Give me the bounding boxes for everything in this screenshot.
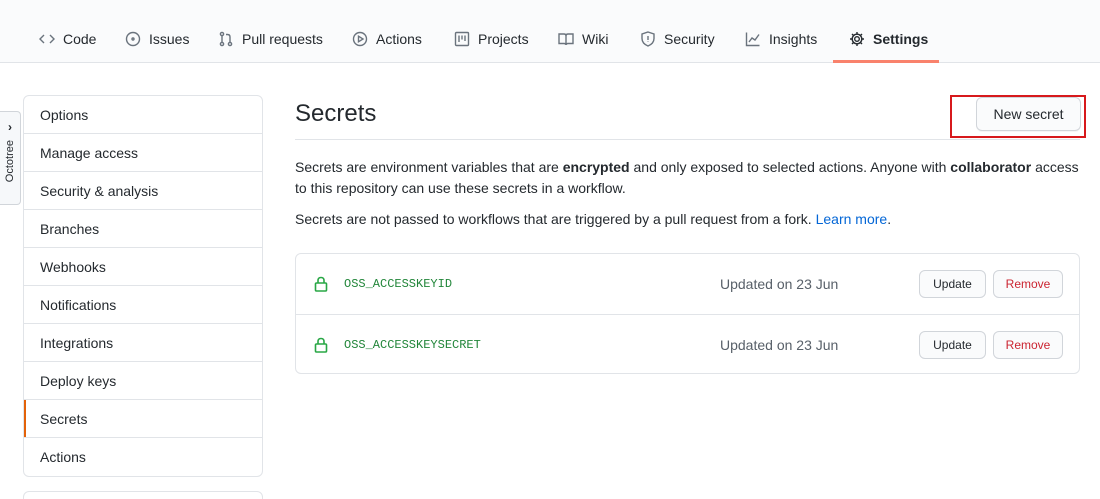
tab-insights-label: Insights xyxy=(769,30,818,47)
shield-icon xyxy=(641,30,655,47)
sidebar-item-actions[interactable]: Actions xyxy=(24,438,262,476)
secret-updated: Updated on 23 Jun xyxy=(720,276,839,292)
tab-wiki-label: Wiki xyxy=(582,30,609,47)
tab-issues[interactable]: Issues xyxy=(125,0,189,63)
tab-settings-label: Settings xyxy=(873,30,929,47)
desc-encrypted: encrypted xyxy=(562,159,630,175)
settings-menu: Options Manage access Security & analysi… xyxy=(23,95,263,477)
fork-notice: Secrets are not passed to workflows that… xyxy=(295,209,1085,230)
fork-notice-end: . xyxy=(887,211,892,227)
remove-button[interactable]: Remove xyxy=(993,270,1063,298)
secrets-list: OSS_ACCESSKEYID Updated on 23 Jun Update… xyxy=(295,253,1080,374)
sidebar-item-branches[interactable]: Branches xyxy=(24,210,262,248)
update-button[interactable]: Update xyxy=(919,270,986,298)
new-secret-button[interactable]: New secret xyxy=(976,97,1081,131)
tab-projects[interactable]: Projects xyxy=(454,0,529,63)
fork-notice-text: Secrets are not passed to workflows that… xyxy=(295,211,816,227)
desc-text-1: Secrets are environment variables that a… xyxy=(295,159,563,175)
tab-settings[interactable]: Settings xyxy=(849,0,928,63)
learn-more-link[interactable]: Learn more xyxy=(816,211,888,227)
book-icon xyxy=(558,32,574,45)
tab-actions[interactable]: Actions xyxy=(352,0,422,63)
sidebar-item-manage-access[interactable]: Manage access xyxy=(24,134,262,172)
secret-name: OSS_ACCESSKEYSECRET xyxy=(344,338,481,352)
project-icon xyxy=(454,31,470,46)
tab-code-label: Code xyxy=(63,30,97,47)
secret-name: OSS_ACCESSKEYID xyxy=(344,277,453,291)
secret-updated: Updated on 23 Jun xyxy=(720,337,839,353)
tab-actions-label: Actions xyxy=(376,30,422,47)
title-divider xyxy=(295,139,1080,140)
pull-request-icon xyxy=(219,31,233,46)
lock-icon xyxy=(314,337,328,353)
tab-pull-requests[interactable]: Pull requests xyxy=(218,0,323,63)
issue-icon xyxy=(125,31,141,46)
sidebar-item-options[interactable]: Options xyxy=(24,96,262,134)
gear-icon xyxy=(850,31,864,46)
remove-button[interactable]: Remove xyxy=(993,331,1063,359)
sidebar-item-webhooks[interactable]: Webhooks xyxy=(24,248,262,286)
list-item: OSS_ACCESSKEYSECRET Updated on 23 Jun Up… xyxy=(296,314,1079,374)
octotree-toggle[interactable]: › Octotree xyxy=(0,111,21,205)
sidebar-item-integrations[interactable]: Integrations xyxy=(24,324,262,362)
sidebar-item-notifications[interactable]: Notifications xyxy=(24,286,262,324)
tab-code[interactable]: Code xyxy=(39,0,96,63)
secrets-description: Secrets are environment variables that a… xyxy=(295,157,1085,199)
tab-wiki[interactable]: Wiki xyxy=(558,0,608,63)
repo-nav: Code Issues Pull requests Actions Projec… xyxy=(0,0,1100,63)
desc-text-2: and only exposed to selected actions. An… xyxy=(629,159,951,175)
sidebar-item-security-analysis[interactable]: Security & analysis xyxy=(24,172,262,210)
sidebar-item-secrets[interactable]: Secrets xyxy=(24,400,262,438)
page-title: Secrets xyxy=(295,100,377,127)
graph-icon xyxy=(745,32,760,46)
octotree-label: Octotree xyxy=(4,140,16,183)
code-icon xyxy=(39,34,55,43)
desc-collaborator: collaborator xyxy=(950,159,1032,175)
play-icon xyxy=(352,31,368,46)
tab-security-label: Security xyxy=(664,30,715,47)
lock-icon xyxy=(314,276,328,292)
tab-issues-label: Issues xyxy=(149,30,190,47)
chevron-right-icon: › xyxy=(8,120,12,134)
tab-security[interactable]: Security xyxy=(640,0,715,63)
tab-projects-label: Projects xyxy=(478,30,529,47)
tab-pull-requests-label: Pull requests xyxy=(242,30,323,47)
list-item: OSS_ACCESSKEYID Updated on 23 Jun Update… xyxy=(296,254,1079,314)
secondary-menu-edge xyxy=(23,491,263,499)
sidebar-item-deploy-keys[interactable]: Deploy keys xyxy=(24,362,262,400)
selected-tab-underline xyxy=(833,60,939,63)
update-button[interactable]: Update xyxy=(919,331,986,359)
tab-insights[interactable]: Insights xyxy=(745,0,817,63)
